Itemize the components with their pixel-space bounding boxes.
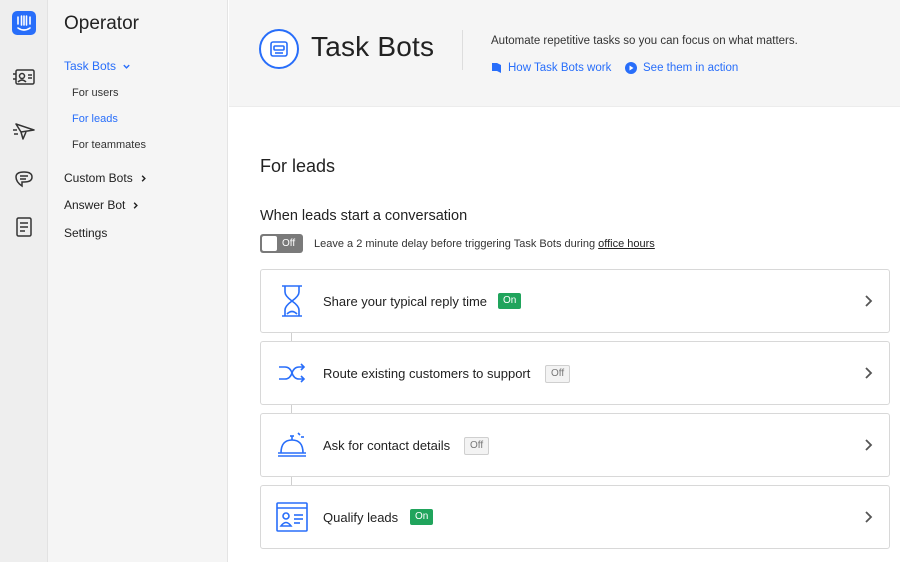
main-content: Task Bots Automate repetitive tasks so y… bbox=[229, 0, 900, 562]
inbox-icon[interactable] bbox=[11, 166, 37, 192]
chevron-right-icon bbox=[865, 439, 873, 451]
toggle-label: Off bbox=[282, 238, 296, 249]
sidebar-item-task-bots[interactable]: Task Bots bbox=[64, 59, 131, 73]
card-label: Qualify leads bbox=[323, 510, 399, 525]
see-them-in-action-link[interactable]: See them in action bbox=[625, 62, 738, 74]
status-badge: Off bbox=[464, 437, 490, 455]
trigger-subtitle: When leads start a conversation bbox=[260, 208, 468, 224]
card-label: Ask for contact details bbox=[323, 438, 451, 453]
link-label: See them in action bbox=[643, 62, 739, 74]
task-bot-card-contact-details[interactable]: Ask for contact details Off bbox=[260, 413, 890, 477]
chevron-down-icon bbox=[123, 64, 130, 69]
chevron-right-icon bbox=[141, 174, 146, 182]
contacts-icon[interactable] bbox=[11, 64, 37, 90]
sidebar-item-custom-bots[interactable]: Custom Bots bbox=[64, 171, 148, 185]
task-bot-card-route-customers[interactable]: Route existing customers to support Off bbox=[260, 341, 890, 405]
articles-icon[interactable] bbox=[11, 214, 37, 240]
sidebar-subitem-for-leads[interactable]: For leads bbox=[72, 113, 118, 125]
hourglass-icon bbox=[275, 282, 309, 320]
intercom-logo-icon[interactable] bbox=[11, 10, 37, 36]
delay-text: Leave a 2 minute delay before triggering… bbox=[314, 238, 599, 250]
page-title: Task Bots bbox=[311, 31, 435, 62]
task-bot-card-qualify-leads[interactable]: Qualify leads On bbox=[260, 485, 890, 549]
delay-description: Leave a 2 minute delay before triggering… bbox=[314, 238, 655, 250]
icon-rail bbox=[0, 0, 48, 562]
header-description: Automate repetitive tasks so you can foc… bbox=[491, 35, 798, 47]
sidebar-item-label: Answer Bot bbox=[64, 198, 126, 212]
book-icon bbox=[492, 63, 501, 73]
sidebar-item-answer-bot[interactable]: Answer Bot bbox=[64, 198, 140, 212]
card-label: Route existing customers to support bbox=[323, 366, 531, 381]
link-label: How Task Bots work bbox=[508, 62, 612, 74]
task-bot-icon bbox=[259, 29, 299, 69]
delay-toggle[interactable]: Off bbox=[260, 234, 303, 253]
operator-sidebar: Operator Task Bots For users For leads F… bbox=[48, 0, 228, 562]
card-label: Share your typical reply time bbox=[323, 294, 488, 309]
toggle-knob bbox=[262, 236, 277, 251]
sidebar-item-label: Task Bots bbox=[64, 59, 117, 73]
contact-card-icon bbox=[275, 498, 309, 536]
chevron-right-icon bbox=[865, 511, 873, 523]
outbound-icon[interactable] bbox=[11, 118, 37, 144]
office-hours-link[interactable]: office hours bbox=[598, 238, 655, 250]
section-title: For leads bbox=[260, 156, 336, 176]
page-header: Task Bots Automate repetitive tasks so y… bbox=[229, 0, 900, 107]
chevron-right-icon bbox=[865, 295, 873, 307]
play-circle-icon bbox=[625, 62, 637, 74]
how-task-bots-work-link[interactable]: How Task Bots work bbox=[491, 62, 611, 74]
sidebar-item-settings[interactable]: Settings bbox=[64, 226, 107, 240]
sidebar-item-label: Custom Bots bbox=[64, 171, 133, 185]
shuffle-icon bbox=[275, 354, 309, 392]
header-divider bbox=[462, 30, 463, 70]
sidebar-item-label: Settings bbox=[64, 226, 108, 240]
status-badge: Off bbox=[545, 365, 571, 383]
chevron-right-icon bbox=[865, 367, 873, 379]
sidebar-title: Operator bbox=[64, 13, 139, 34]
sidebar-subitem-for-teammates[interactable]: For teammates bbox=[72, 139, 146, 151]
sidebar-subitem-for-users[interactable]: For users bbox=[72, 87, 118, 99]
status-badge: On bbox=[498, 293, 522, 309]
reception-bell-icon bbox=[275, 426, 309, 464]
task-bot-card-reply-time[interactable]: Share your typical reply time On bbox=[260, 269, 890, 333]
chevron-right-icon bbox=[134, 201, 139, 209]
status-badge: On bbox=[410, 509, 434, 525]
